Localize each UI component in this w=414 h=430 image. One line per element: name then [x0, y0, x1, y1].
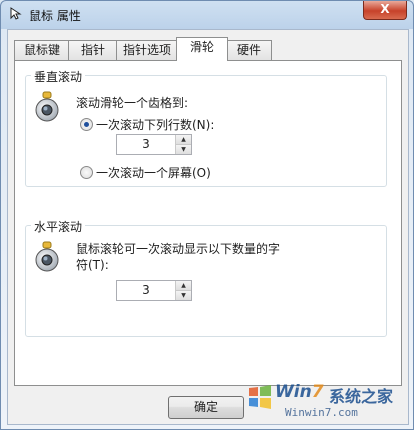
screen-radio[interactable]: [80, 166, 93, 179]
watermark-brand: Win7: [275, 382, 324, 402]
close-icon: X: [380, 2, 390, 16]
tab-wheel[interactable]: 滑轮: [176, 37, 228, 61]
ok-button[interactable]: 确定: [168, 396, 244, 419]
title-bar[interactable]: 鼠标 属性 X: [1, 1, 413, 29]
window-title: 鼠标 属性: [29, 9, 81, 23]
properties-window: 鼠标 属性 X 鼠标键 指针 指针选项 滑轮 硬件 垂直滚动 滚动滑轮一个齿格到: [0, 0, 414, 430]
vertical-scrolling-title: 垂直滚动: [31, 68, 86, 85]
spin-down-icon[interactable]: ▼: [176, 145, 191, 154]
watermark-url: Winwin7.com: [285, 406, 358, 419]
tab-pointer-options[interactable]: 指针选项: [116, 40, 178, 60]
chars-spinbox[interactable]: 3 ▲ ▼: [116, 280, 192, 301]
windows-logo-icon: [249, 385, 271, 409]
vertical-scrolling-group: 垂直滚动 滚动滑轮一个齿格到: 一次滚动下列行数(N): 3 ▲ ▼ 一次滚动一…: [25, 68, 387, 187]
tab-pointers[interactable]: 指针: [68, 40, 118, 60]
lines-spinbox[interactable]: 3 ▲ ▼: [116, 134, 192, 155]
lines-spin-arrows: ▲ ▼: [175, 135, 191, 154]
horizontal-scrolling-title: 水平滚动: [31, 218, 86, 235]
tab-hardware[interactable]: 硬件: [226, 40, 272, 60]
mouse-wheel-icon: [35, 241, 59, 272]
site-watermark: Win7 系统之家 Winwin7.com: [247, 380, 407, 424]
spin-up-icon[interactable]: ▲: [176, 281, 191, 291]
lines-radio[interactable]: [80, 118, 93, 131]
spin-up-icon[interactable]: ▲: [176, 135, 191, 145]
mouse-wheel-icon: [35, 91, 59, 122]
wheel-panel: 垂直滚动 滚动滑轮一个齿格到: 一次滚动下列行数(N): 3 ▲ ▼ 一次滚动一…: [14, 60, 402, 386]
vertical-prompt: 滚动滑轮一个齿格到:: [76, 96, 189, 110]
watermark-cn: 系统之家: [329, 387, 394, 406]
lines-value[interactable]: 3: [117, 137, 175, 151]
watermark-brand-b: 7: [311, 382, 324, 402]
horizontal-prompt-line2: 符(T):: [76, 258, 109, 272]
tab-buttons[interactable]: 鼠标键: [14, 40, 70, 60]
chars-spin-arrows: ▲ ▼: [175, 281, 191, 300]
spin-down-icon[interactable]: ▼: [176, 291, 191, 300]
watermark-brand-a: Win: [275, 382, 312, 402]
horizontal-scrolling-group: 水平滚动 鼠标滚轮可一次滚动显示以下数量的字 符(T): 3 ▲ ▼: [25, 218, 387, 337]
horizontal-prompt-line1: 鼠标滚轮可一次滚动显示以下数量的字: [76, 242, 281, 256]
dialog-client: 鼠标键 指针 指针选项 滑轮 硬件 垂直滚动 滚动滑轮一个齿格到: 一次滚动下列…: [7, 29, 409, 425]
lines-radio-label[interactable]: 一次滚动下列行数(N):: [96, 116, 214, 133]
close-button[interactable]: X: [363, 1, 407, 20]
mouse-pointer-icon: [10, 7, 22, 20]
screen-radio-label[interactable]: 一次滚动一个屏幕(O): [96, 164, 211, 181]
chars-value[interactable]: 3: [117, 283, 175, 297]
